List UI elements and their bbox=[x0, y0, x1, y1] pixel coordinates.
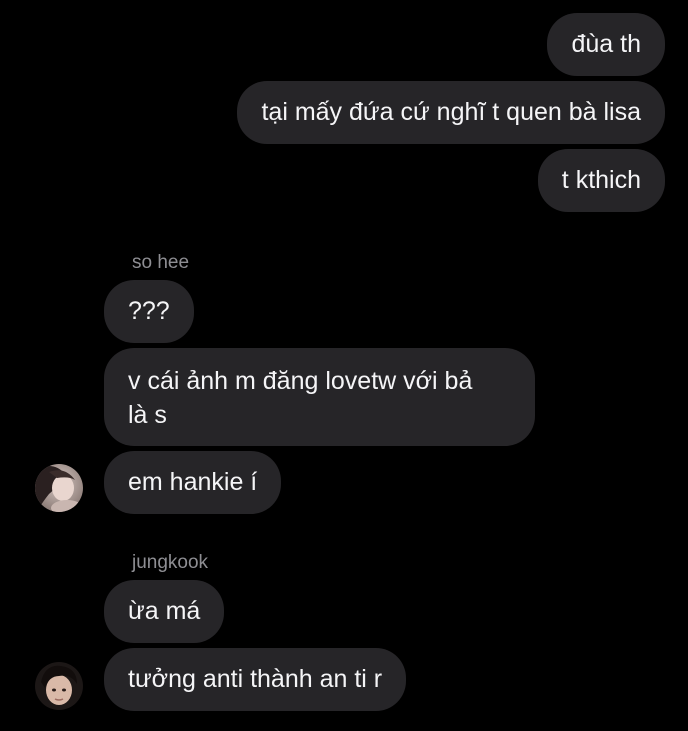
profile-photo-icon bbox=[35, 662, 83, 710]
profile-photo-icon bbox=[35, 464, 83, 512]
avatar[interactable] bbox=[35, 464, 83, 512]
message-text: ??? bbox=[128, 297, 170, 325]
message-text-line: v cái ảnh m đăng lovetw với bả bbox=[128, 367, 473, 395]
incoming-message[interactable]: tưởng anti thành an ti r bbox=[104, 648, 407, 711]
message-text: tại mấy đứa cứ nghĩ t quen bà lisa bbox=[261, 98, 641, 126]
outgoing-message-3[interactable]: t kthich bbox=[537, 149, 665, 212]
sender-name: so hee bbox=[132, 252, 190, 273]
avatar[interactable] bbox=[35, 662, 83, 710]
outgoing-message-1[interactable]: đùa th bbox=[547, 13, 665, 76]
incoming-message[interactable]: ??? bbox=[104, 280, 194, 343]
message-text: t kthich bbox=[561, 166, 641, 194]
incoming-message[interactable]: em hankie í bbox=[104, 451, 282, 514]
outgoing-message-2[interactable]: tại mấy đứa cứ nghĩ t quen bà lisa bbox=[237, 81, 665, 144]
message-text: em hankie í bbox=[128, 468, 258, 496]
message-text: đùa th bbox=[571, 30, 641, 58]
message-text: tưởng anti thành an ti r bbox=[128, 665, 383, 693]
message-text: ừa má bbox=[128, 597, 201, 625]
incoming-message[interactable]: v cái ảnh m đăng lovetw với bả là s bbox=[104, 348, 535, 446]
message-text-line: là s bbox=[128, 401, 167, 429]
incoming-message[interactable]: ừa má bbox=[104, 580, 225, 643]
sender-name: jungkook bbox=[132, 552, 209, 573]
